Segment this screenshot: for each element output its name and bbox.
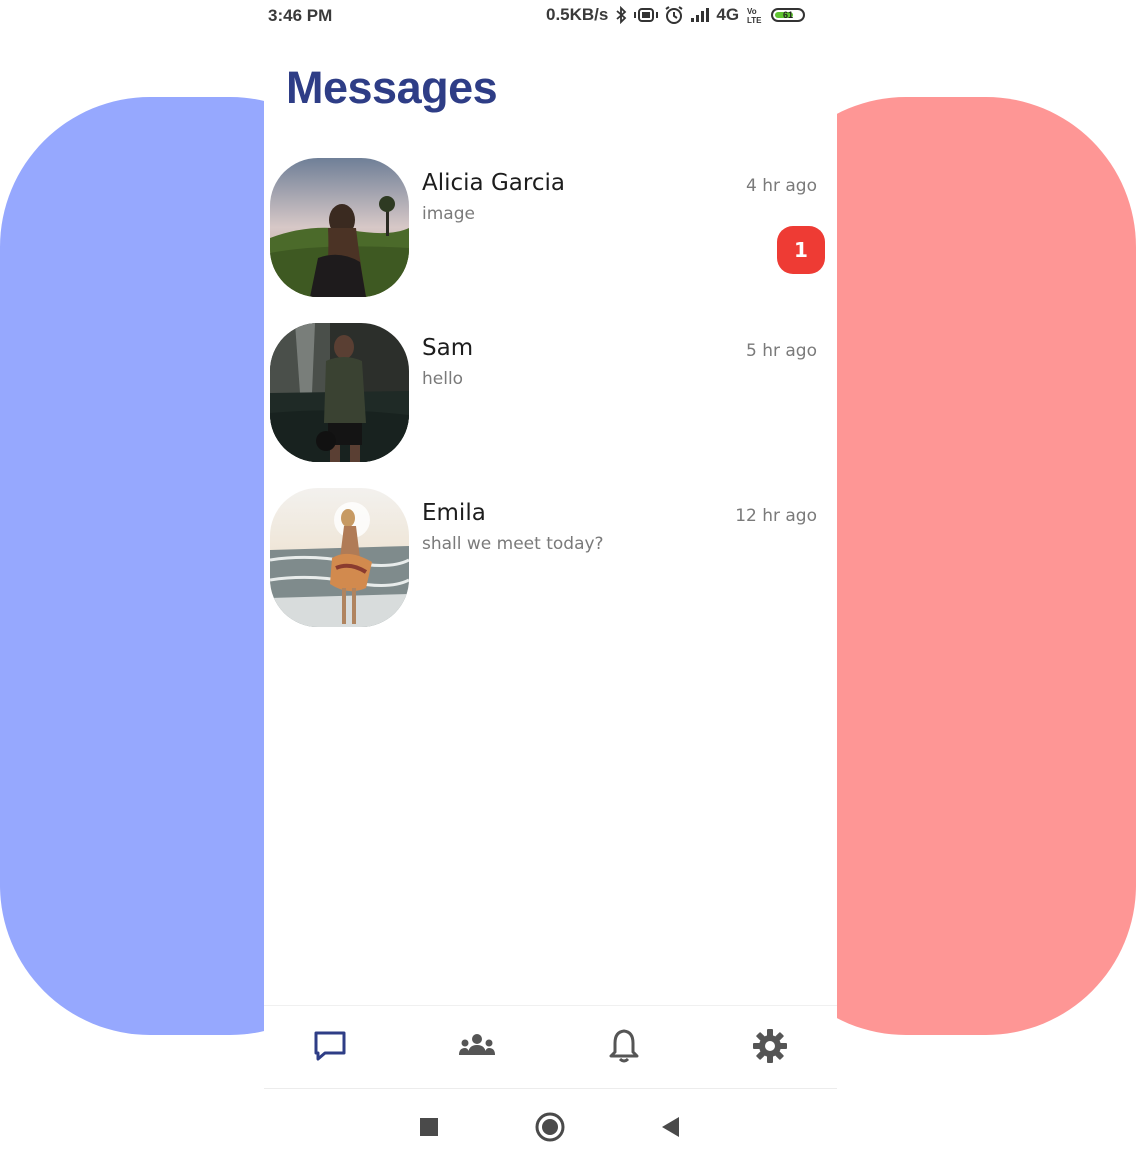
chat-icon	[312, 1028, 348, 1068]
bluetooth-icon	[614, 6, 628, 24]
nav-settings-button[interactable]	[750, 1028, 790, 1068]
message-preview: hello	[422, 369, 464, 389]
battery-level: 61	[783, 10, 794, 20]
gear-icon	[752, 1028, 788, 1068]
message-time: 5 hr ago	[746, 341, 817, 361]
back-button[interactable]	[655, 1114, 685, 1144]
nav-groups-button[interactable]	[457, 1028, 497, 1068]
nav-chat-button[interactable]	[310, 1028, 350, 1068]
status-icons: 0.5KB/s 4G Vo LTE 61	[546, 5, 806, 25]
network-type: 4G	[716, 5, 740, 24]
conversation-item[interactable]: Alicia Garcia image 4 hr ago 1	[264, 158, 837, 308]
avatar	[270, 323, 409, 462]
net-speed: 0.5KB/s	[546, 5, 609, 24]
phone-screen: 3:46 PM 0.5KB/s 4G Vo LTE 61 Messages Al…	[264, 0, 837, 1162]
group-icon	[457, 1031, 497, 1065]
message-time: 12 hr ago	[735, 506, 817, 526]
contact-name: Emila	[422, 500, 486, 526]
status-time: 3:46 PM	[268, 6, 333, 25]
unread-badge: 1	[777, 226, 825, 274]
signal-icon	[690, 7, 710, 23]
system-navigation-bar	[264, 1090, 837, 1162]
avatar	[270, 158, 409, 297]
avatar	[270, 488, 409, 627]
conversation-item[interactable]: Emila shall we meet today? 12 hr ago	[264, 488, 837, 638]
message-preview: image	[422, 204, 475, 224]
alarm-icon	[664, 5, 684, 25]
bell-icon	[608, 1028, 640, 1068]
vibrate-icon	[634, 7, 659, 23]
bottom-navigation	[264, 1005, 837, 1089]
back-triangle-icon	[659, 1115, 681, 1143]
home-circle-icon	[534, 1111, 566, 1147]
recents-square-icon	[418, 1116, 440, 1142]
recents-button[interactable]	[414, 1114, 444, 1144]
contact-name: Alicia Garcia	[422, 170, 565, 196]
home-button[interactable]	[534, 1111, 566, 1147]
message-time: 4 hr ago	[746, 176, 817, 196]
page-title: Messages	[286, 62, 498, 113]
message-preview: shall we meet today?	[422, 534, 604, 554]
conversation-item[interactable]: Sam hello 5 hr ago	[264, 323, 837, 473]
contact-name: Sam	[422, 335, 474, 361]
battery-icon: 61	[771, 8, 806, 22]
volte-icon: Vo LTE	[745, 6, 765, 24]
svg-text:LTE: LTE	[747, 16, 762, 24]
nav-notifications-button[interactable]	[604, 1028, 644, 1068]
status-bar: 3:46 PM 0.5KB/s 4G Vo LTE 61	[264, 0, 837, 34]
svg-text:Vo: Vo	[747, 7, 757, 16]
